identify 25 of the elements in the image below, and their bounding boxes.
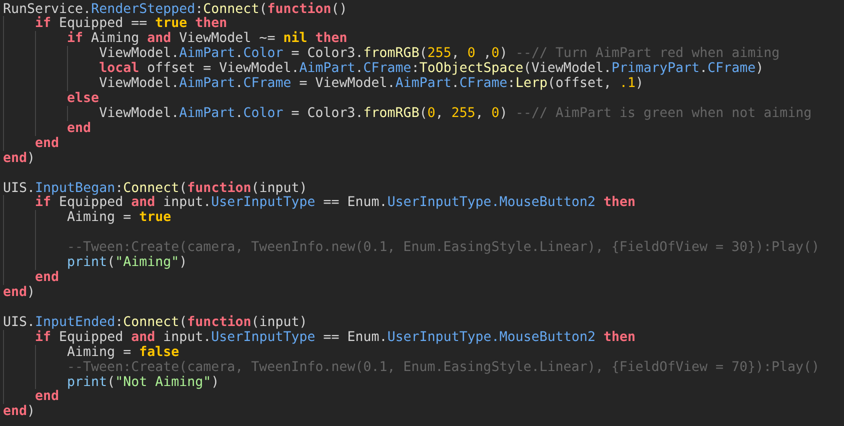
code-line: RunService.RenderStepped:Connect(function()	[3, 2, 348, 16]
code-line: if Aiming and ViewModel ~= nil then	[67, 32, 348, 46]
code-line: end	[67, 122, 92, 137]
code-line: print("Aiming")	[67, 256, 188, 272]
code-line: --Tween:Create(camera, TweenInfo.new(0.1, Enum.EasingStyle.Linear), {FieldOfView = 30}):Play()	[67, 241, 820, 256]
code-line: print("Not Aiming")	[67, 376, 220, 390]
code-line: end	[35, 271, 60, 286]
code-line: if Equipped and input.UserInputType == Enum.UserInputType.MouseButton2 then	[35, 330, 636, 346]
code-line: end)	[3, 152, 36, 167]
code-line: if Equipped and input.UserInputType == Enum.UserInputType.MouseButton2 then	[35, 196, 636, 210]
code-line: end	[35, 136, 60, 152]
code-line: UIS.InputEnded:Connect(function(input)	[3, 316, 308, 330]
code-line: if Equipped == true then	[35, 17, 228, 32]
code-line: Aiming = true	[67, 211, 172, 226]
code-line: ViewModel.AimPart.CFrame = ViewModel.AimPart.CFrame:Lerp(offset, .1)	[99, 77, 644, 92]
code-line: end	[35, 390, 60, 406]
code-line: end)	[3, 286, 36, 301]
code-line: local offset = ViewModel.AimPart.CFrame:ToObjectSpace(ViewModel.PrimaryPart.CFrame)	[99, 62, 764, 76]
code-line: else	[67, 92, 100, 107]
code-line: end)	[3, 405, 36, 420]
code-line: --Tween:Create(camera, TweenInfo.new(0.1, Enum.EasingStyle.Linear), {FieldOfView = 70}):Play()	[67, 360, 820, 376]
code-line: ViewModel.AimPart.Color = Color3.fromRGB(0, 255, 0) --// AimPart is green when not aiming	[99, 106, 812, 122]
code-line: UIS.InputBegan:Connect(function(input)	[3, 182, 308, 196]
code-line: ViewModel.AimPart.Color = Color3.fromRGB(255, 0 ,0) --// Turn AimPart red when aiming	[99, 47, 780, 62]
code-line: Aiming = false	[67, 346, 180, 360]
